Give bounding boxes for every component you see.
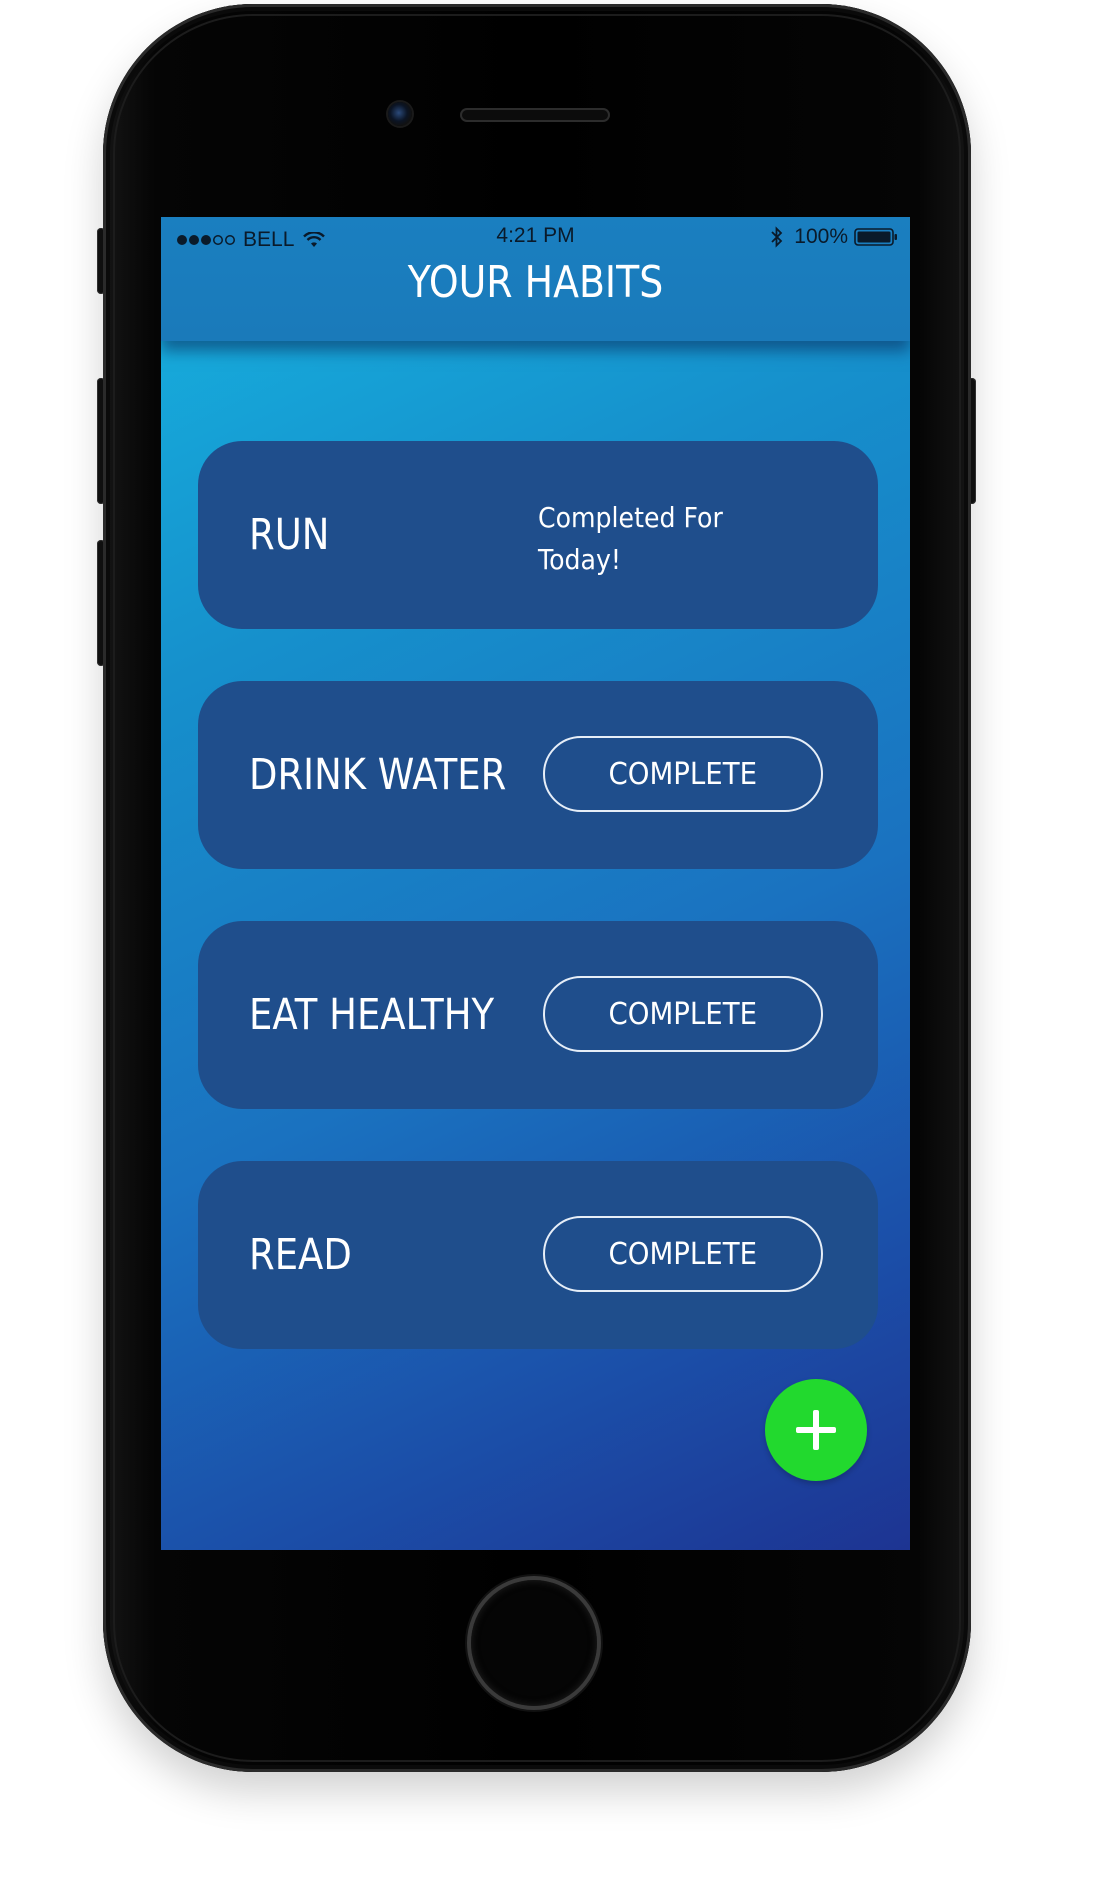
app-screen: BELL 4:21 PM 100% YOUR HABITS RUN Comple…: [161, 217, 910, 1550]
habit-name: READ: [249, 1230, 352, 1280]
page-title: YOUR HABITS: [407, 257, 664, 308]
habit-card-drink-water: DRINK WATER COMPLETE: [198, 681, 878, 869]
status-bar-right: 100%: [770, 225, 898, 249]
complete-button[interactable]: COMPLETE: [543, 1216, 823, 1292]
page: BELL 4:21 PM 100% YOUR HABITS RUN Comple…: [0, 0, 1106, 1894]
complete-button-label: COMPLETE: [608, 756, 758, 792]
bluetooth-icon: [771, 226, 783, 248]
front-camera: [388, 102, 412, 126]
battery-icon: [854, 228, 897, 246]
add-habit-button[interactable]: [765, 1379, 867, 1481]
habit-card-eat-healthy: EAT HEALTHY COMPLETE: [198, 921, 878, 1109]
plus-icon-vertical: [813, 1410, 819, 1450]
app-header: BELL 4:21 PM 100% YOUR HABITS: [161, 217, 910, 341]
complete-button[interactable]: COMPLETE: [543, 976, 823, 1052]
complete-button-label: COMPLETE: [608, 1236, 758, 1272]
habit-card-read: READ COMPLETE: [198, 1161, 878, 1349]
status-bar: BELL 4:21 PM 100%: [161, 217, 910, 251]
habit-card-run: RUN Completed For Today!: [198, 441, 878, 629]
battery-percent: 100%: [794, 225, 848, 248]
habit-name: RUN: [249, 510, 330, 560]
habit-completed-status: Completed For Today!: [538, 501, 723, 576]
complete-button[interactable]: COMPLETE: [543, 736, 823, 812]
habit-name: EAT HEALTHY: [249, 990, 495, 1040]
habit-name: DRINK WATER: [249, 750, 507, 800]
home-button[interactable]: [471, 1580, 597, 1706]
complete-button-label: COMPLETE: [608, 996, 758, 1032]
earpiece-speaker: [460, 108, 610, 122]
